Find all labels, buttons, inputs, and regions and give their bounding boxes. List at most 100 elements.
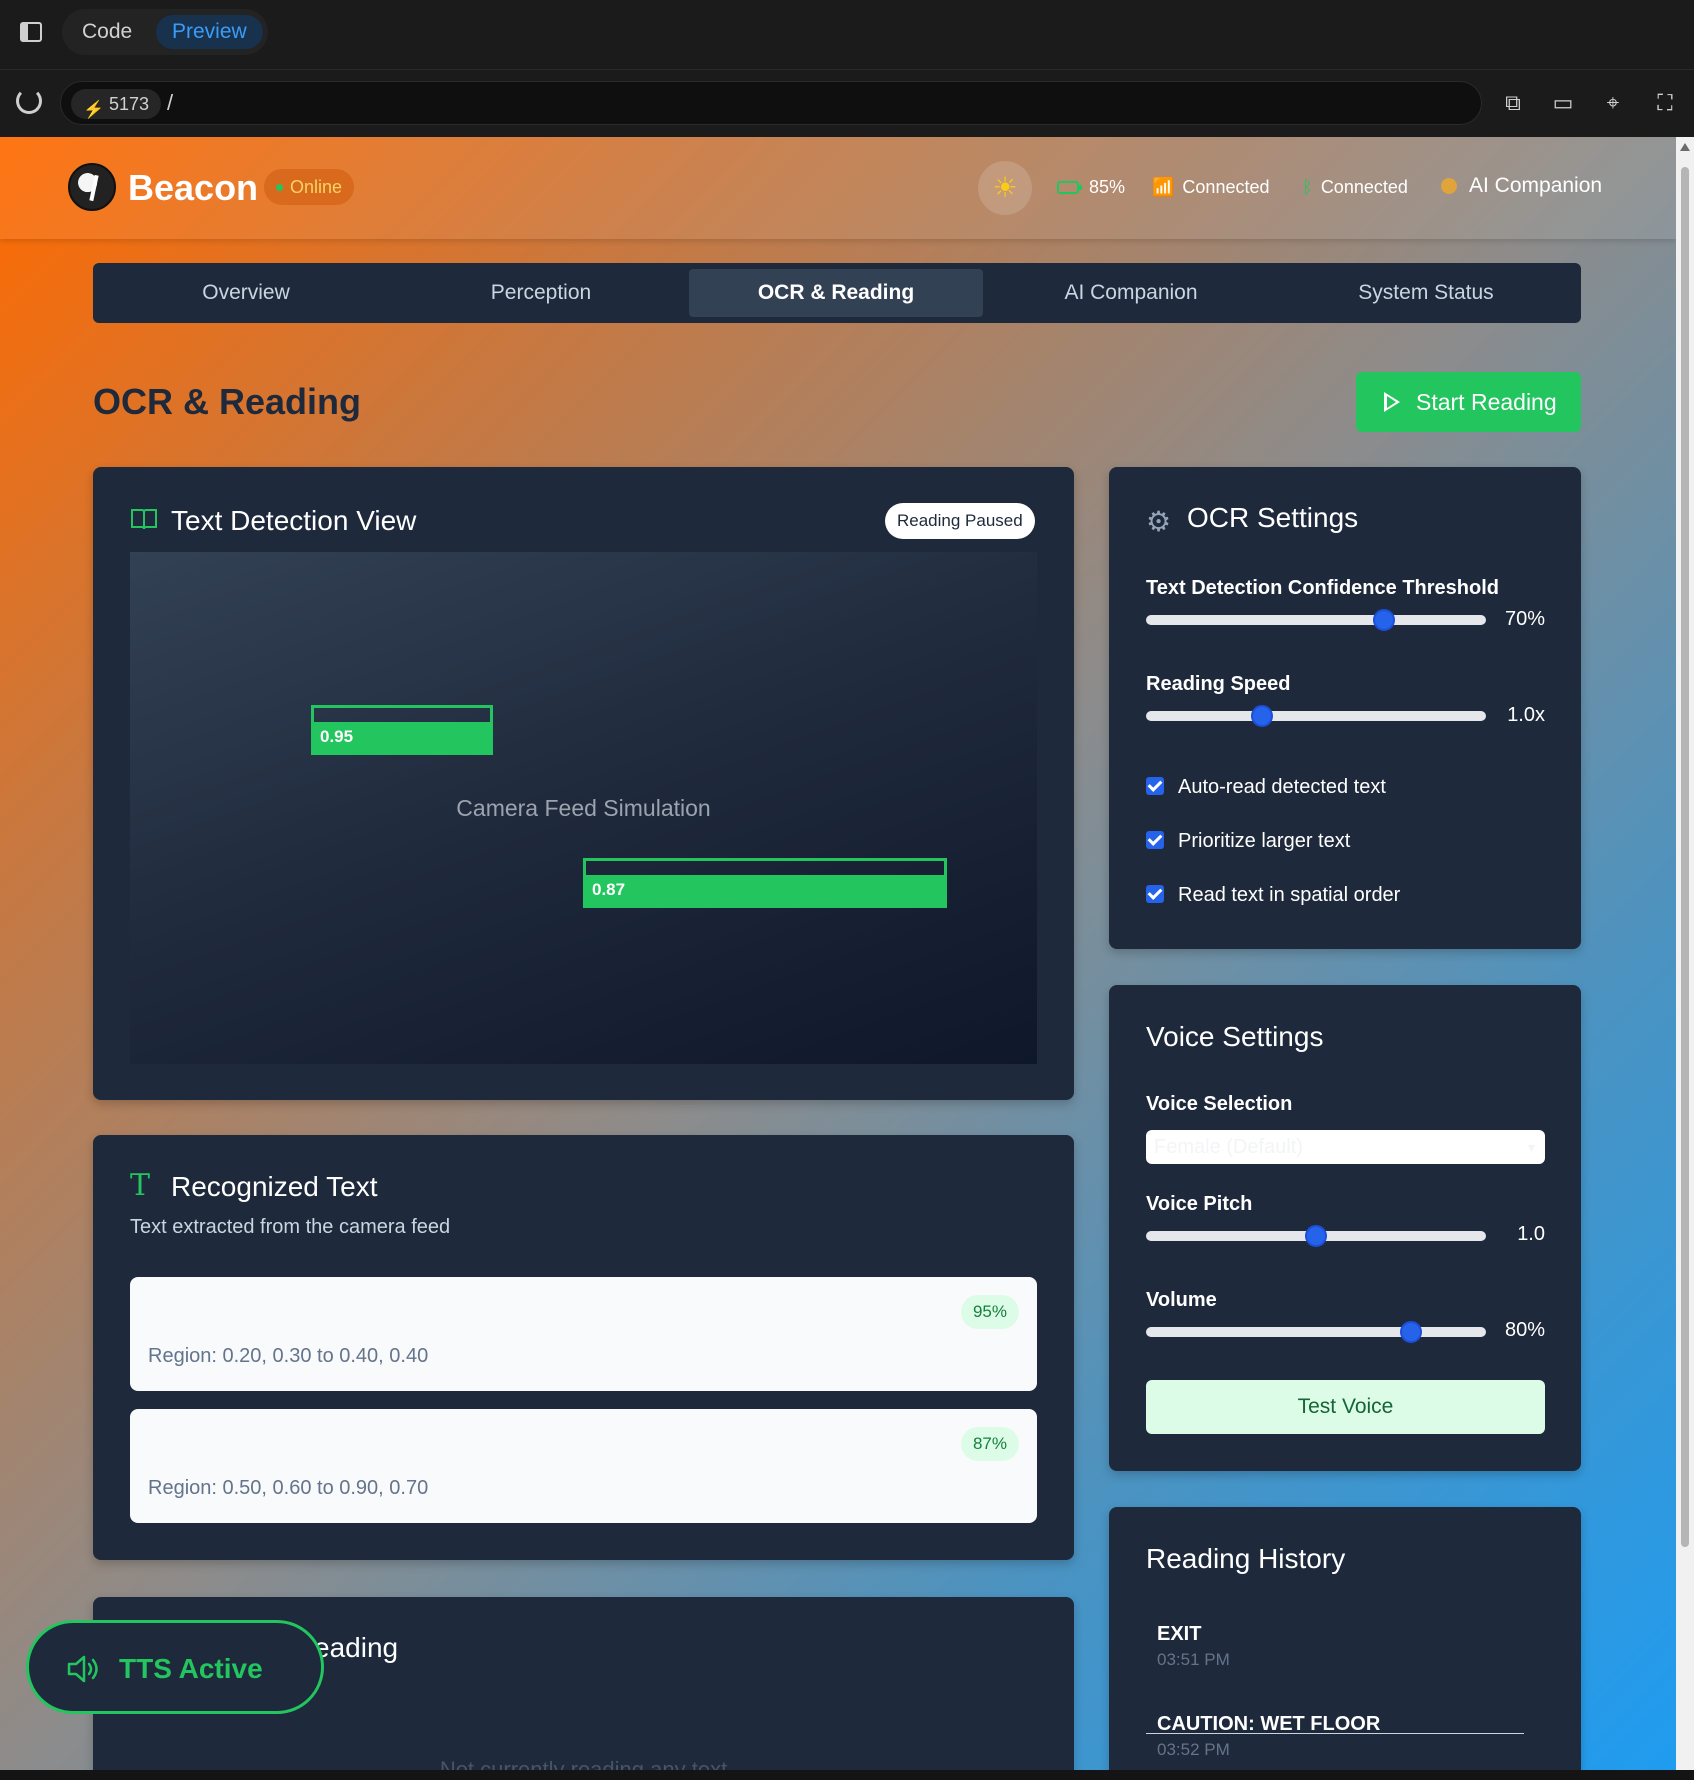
recognized-item[interactable]: 95% Region: 0.20, 0.30 to 0.40, 0.40 (130, 1277, 1037, 1391)
tab-overview[interactable]: Overview (99, 269, 393, 317)
auto-read-checkbox[interactable]: Auto-read detected text (1146, 774, 1386, 800)
region-text: Region: 0.50, 0.60 to 0.90, 0.70 (148, 1477, 429, 1499)
chevron-down-icon: ▾ (1527, 1139, 1535, 1155)
wifi-value: Connected (1182, 177, 1270, 197)
detection-box[interactable]: 0.95 (311, 705, 493, 755)
battery-value: 85% (1089, 177, 1126, 197)
detection-confidence: 0.87 (586, 875, 944, 905)
recognized-subtitle: Text extracted from the camera feed (130, 1216, 451, 1238)
volume-slider[interactable] (1146, 1321, 1486, 1343)
checkbox-label: Auto-read detected text (1178, 776, 1386, 798)
prioritize-larger-checkbox[interactable]: Prioritize larger text (1146, 828, 1350, 854)
brand-name: Beacon (128, 167, 259, 208)
history-text: EXIT (1157, 1623, 1202, 1645)
history-item[interactable]: EXIT 03:51 PM (1157, 1623, 1535, 1670)
detection-title: Text Detection View (171, 505, 417, 536)
wifi-icon: 📶 (1152, 177, 1175, 197)
ai-companion-status: AI Companion (1441, 173, 1602, 199)
url-field[interactable]: ⚡ 5173 / (60, 81, 1482, 125)
browser-address-bar: ⚡ 5173 / ⧉ ▭ ⌖ ⛶ (0, 70, 1694, 138)
voice-settings-title: Voice Settings (1146, 1021, 1324, 1052)
tts-label: TTS Active (119, 1653, 263, 1684)
page-scrollbar[interactable] (1676, 137, 1694, 1770)
ai-status-dot-icon (1441, 178, 1457, 194)
threshold-value: 70% (1504, 608, 1545, 630)
slider-knob[interactable] (1373, 609, 1395, 631)
scrollbar-thumb[interactable] (1681, 167, 1689, 1547)
checkbox-checked-icon[interactable] (1146, 777, 1164, 795)
beacon-logo (68, 163, 116, 211)
preview-tab[interactable]: Preview (156, 15, 263, 49)
tab-ai-companion[interactable]: AI Companion (984, 269, 1278, 317)
fullscreen-icon[interactable]: ⛶ (1652, 90, 1678, 116)
ocr-settings-card: ⚙ OCR Settings Text Detection Confidence… (1109, 467, 1581, 949)
start-reading-button[interactable]: Start Reading (1356, 372, 1581, 432)
threshold-label: Text Detection Confidence Threshold (1146, 577, 1499, 599)
reload-icon[interactable] (16, 88, 42, 114)
app-viewport: Beacon Online ☀ 85% 📶 Connected ᛒ Connecte… (0, 137, 1676, 1770)
status-text: Online (290, 177, 343, 197)
checkbox-label: Read text in spatial order (1178, 884, 1401, 906)
recognized-title: Recognized Text (171, 1171, 378, 1202)
url-path: / (167, 90, 174, 115)
slider-knob[interactable] (1250, 705, 1273, 727)
confidence-badge: 95% (960, 1295, 1019, 1329)
text-detection-card: Text Detection View Reading Paused Camer… (93, 467, 1074, 1100)
port-number: 5173 (109, 94, 150, 114)
volume-value: 80% (1504, 1319, 1545, 1341)
ai-status-label: AI Companion (1469, 174, 1603, 197)
pitch-label: Voice Pitch (1146, 1193, 1253, 1215)
slider-knob[interactable] (1305, 1225, 1327, 1247)
checkbox-checked-icon[interactable] (1146, 885, 1164, 903)
mode-switch: Code Preview (62, 9, 268, 55)
volume-label: Volume (1146, 1289, 1217, 1311)
app-header: Beacon Online ☀ 85% 📶 Connected ᛒ Connecte… (0, 137, 1676, 239)
slider-knob[interactable] (1400, 1321, 1423, 1343)
camera-feed: Camera Feed Simulation 0.95 0.87 (130, 552, 1037, 1064)
port-pill[interactable]: ⚡ 5173 (71, 89, 162, 119)
recognized-text-card: T Recognized Text Text extracted from th… (93, 1135, 1074, 1560)
history-time: 03:51 PM (1157, 1650, 1230, 1669)
speaker-volume-icon (67, 1655, 98, 1683)
device-toggle-icon[interactable]: ▭ (1550, 90, 1576, 116)
voice-select[interactable]: Female (Default) ▾ (1146, 1130, 1545, 1164)
speed-slider[interactable] (1146, 705, 1486, 727)
threshold-slider[interactable] (1146, 609, 1486, 631)
reading-history-card: Reading History EXIT 03:51 PM CAUTION: W… (1109, 1507, 1581, 1770)
status-badge: Online (264, 169, 355, 205)
battery-icon (1057, 181, 1082, 194)
tab-ocr-reading[interactable]: OCR & Reading (689, 269, 983, 317)
checkbox-checked-icon[interactable] (1146, 831, 1164, 849)
region-text: Region: 0.20, 0.30 to 0.40, 0.40 (148, 1345, 429, 1367)
test-voice-button[interactable]: Test Voice (1146, 1380, 1545, 1434)
spatial-order-checkbox[interactable]: Read text in spatial order (1146, 882, 1400, 908)
camera-label: Camera Feed Simulation (456, 795, 711, 821)
battery-status: 85% (1057, 174, 1125, 200)
play-icon (1384, 392, 1400, 412)
code-tab[interactable]: Code (66, 15, 148, 49)
history-title: Reading History (1146, 1543, 1346, 1574)
gear-icon: ⚙ (1146, 506, 1172, 537)
current-reading-title: eading (314, 1632, 399, 1663)
inspect-cursor-icon[interactable]: ⌖ (1600, 90, 1626, 116)
bluetooth-icon: ᛒ (1302, 177, 1313, 197)
pitch-slider[interactable] (1146, 1225, 1486, 1247)
bottom-strip (0, 1770, 1694, 1780)
history-text: CAUTION: WET FLOOR (1157, 1713, 1381, 1735)
history-item[interactable]: CAUTION: WET FLOOR 03:52 PM (1157, 1713, 1535, 1760)
detection-box[interactable]: 0.87 (583, 858, 947, 908)
empty-reading-message: Not currently reading any text (439, 1757, 728, 1770)
tts-active-indicator[interactable]: TTS Active (26, 1620, 324, 1714)
theme-toggle-button[interactable]: ☀ (978, 161, 1032, 215)
confidence-badge: 87% (960, 1427, 1019, 1461)
history-time: 03:52 PM (1157, 1740, 1230, 1759)
sidebar-toggle-icon[interactable] (20, 22, 42, 42)
voice-settings-card: Voice Settings Voice Selection Female (D… (1109, 985, 1581, 1471)
text-type-icon: T (130, 1168, 151, 1203)
browser-top-bar: Code Preview (0, 0, 1694, 70)
tab-system-status[interactable]: System Status (1279, 269, 1573, 317)
tab-perception[interactable]: Perception (394, 269, 688, 317)
scroll-up-arrow-icon[interactable] (1680, 143, 1690, 151)
open-external-icon[interactable]: ⧉ (1500, 90, 1526, 116)
recognized-item[interactable]: 87% Region: 0.50, 0.60 to 0.90, 0.70 (130, 1409, 1037, 1523)
